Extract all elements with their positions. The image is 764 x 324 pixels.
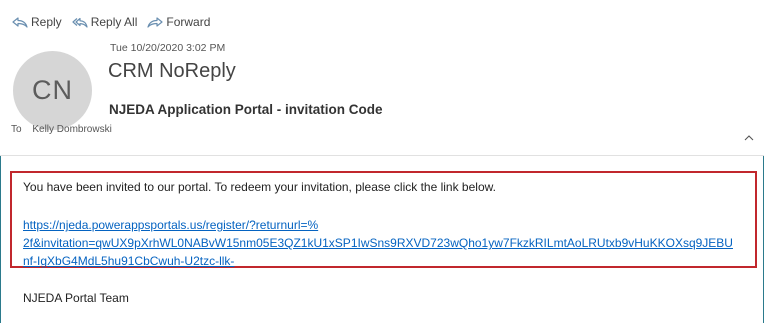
message-date: Tue 10/20/2020 3:02 PM (110, 42, 226, 54)
signoff-text: NJEDA Portal Team (23, 291, 129, 305)
reply-label: Reply (31, 15, 62, 29)
recipient-name[interactable]: Kelly Dombrowski (32, 124, 111, 135)
forward-button[interactable]: Forward (147, 15, 210, 29)
invitation-link-line-1[interactable]: https://njeda.powerappsportals.us/regist… (23, 218, 318, 232)
invitation-link-line-3[interactable]: nf-IgXbG4MdL5hu91CbCwuh-U2tzc-llk- (23, 254, 234, 268)
reply-icon (12, 16, 28, 28)
header-divider (0, 155, 764, 156)
action-bar: Reply Reply All Forward (12, 15, 210, 29)
message-subject: NJEDA Application Portal - invitation Co… (109, 102, 383, 117)
invitation-link-line-2[interactable]: 2f&invitation=qwUX9pXrhWL0NABvW15nm05E3Q… (23, 236, 756, 250)
to-label: To (11, 124, 22, 135)
recipient-row: To Kelly Dombrowski (11, 124, 112, 135)
invitation-text: You have been invited to our portal. To … (23, 180, 496, 194)
reply-all-button[interactable]: Reply All (72, 15, 138, 29)
message-header: Reply Reply All Forward Tue 10/20/2020 3… (0, 0, 764, 155)
reply-button[interactable]: Reply (12, 15, 62, 29)
forward-icon (147, 16, 163, 28)
avatar: CN (13, 51, 92, 130)
chevron-up-icon[interactable] (744, 133, 754, 143)
sender-name[interactable]: CRM NoReply (108, 60, 236, 83)
forward-label: Forward (166, 15, 211, 29)
reply-all-label: Reply All (90, 15, 138, 29)
reply-all-icon (72, 17, 88, 28)
